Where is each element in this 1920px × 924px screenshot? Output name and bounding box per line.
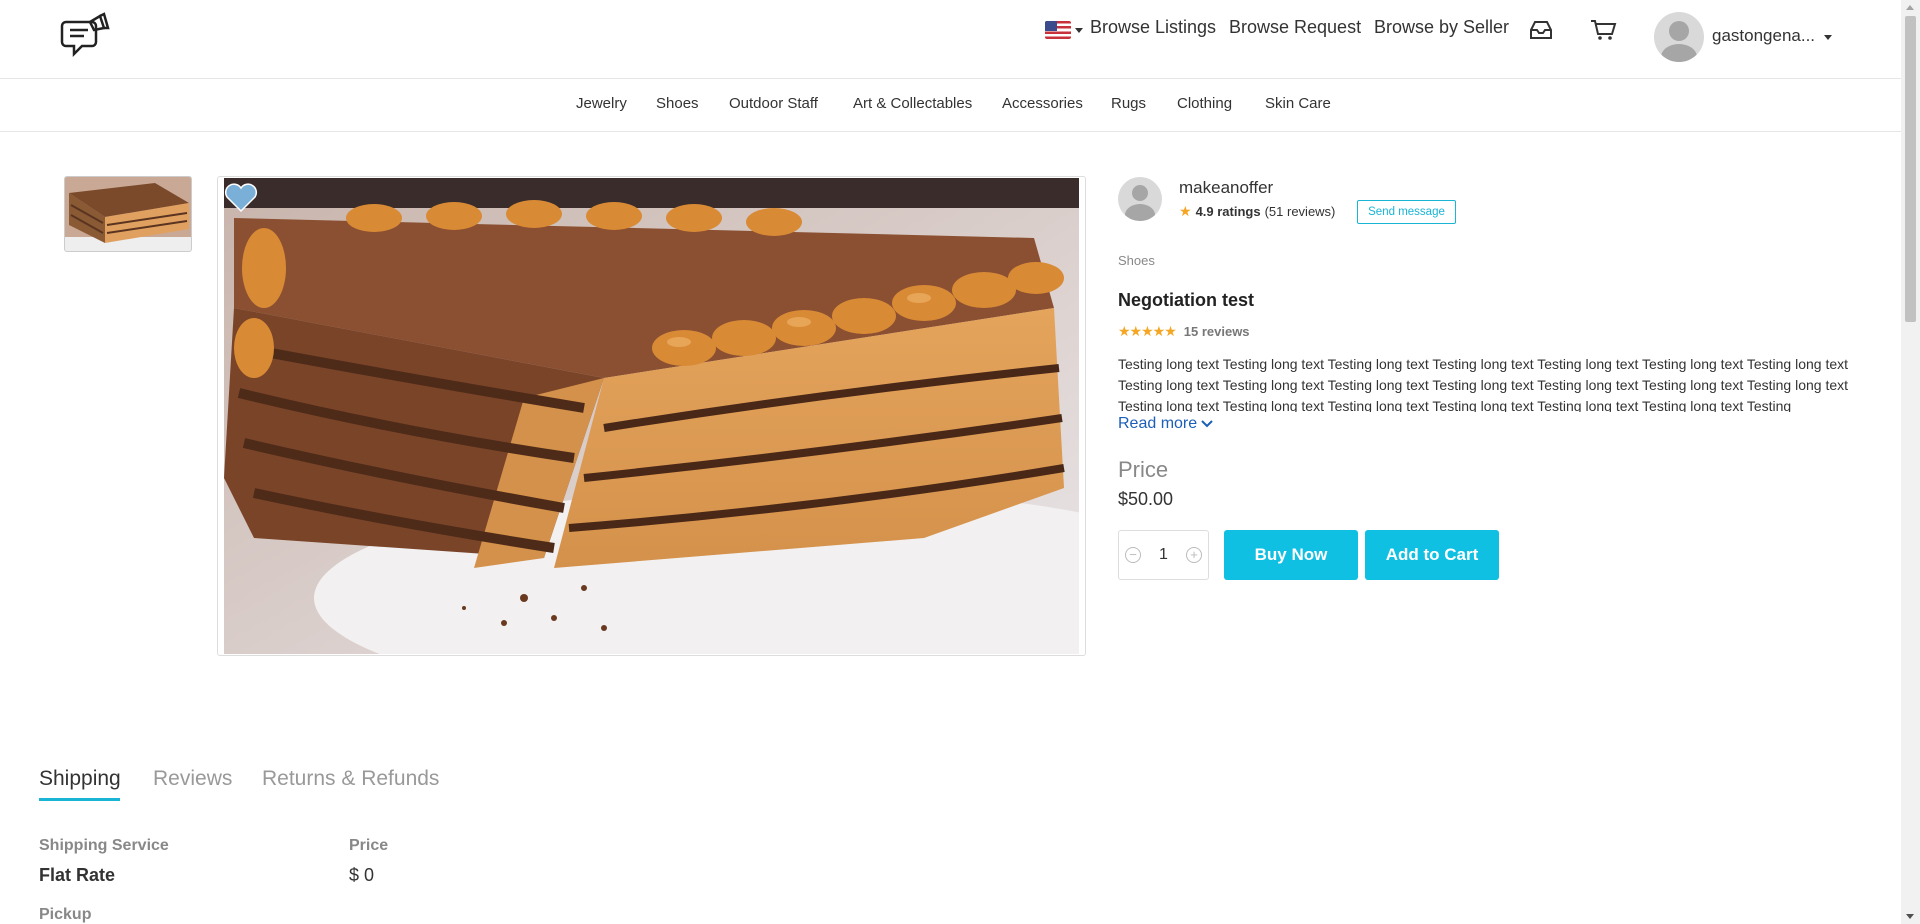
quantity-stepper: − 1 +: [1118, 530, 1209, 580]
send-message-button[interactable]: Send message: [1357, 200, 1456, 224]
plus-icon[interactable]: +: [1186, 547, 1202, 563]
shipping-price-header: Price: [349, 837, 389, 854]
product-main-image[interactable]: [217, 176, 1254, 708]
scroll-down-icon[interactable]: [1906, 914, 1914, 919]
category-skin-care[interactable]: Skin Care: [1265, 95, 1331, 112]
category-clothing[interactable]: Clothing: [1177, 95, 1232, 112]
seller-rating-value: 4.9 ratings: [1195, 204, 1261, 219]
product-category[interactable]: Shoes: [1118, 253, 1155, 268]
cake-image: [224, 178, 1254, 708]
browse-by-seller-link[interactable]: Browse by Seller: [1374, 17, 1509, 38]
user-avatar[interactable]: [1654, 12, 1704, 62]
seller-name[interactable]: makeanoffer: [1179, 178, 1273, 198]
active-tab-indicator: [39, 798, 120, 801]
pickup-label: Pickup: [39, 906, 92, 923]
us-flag-icon: [1045, 21, 1071, 39]
category-nav: Jewelry Shoes Outdoor Staff Art & Collec…: [0, 79, 1901, 132]
seller-avatar[interactable]: [1118, 177, 1162, 221]
category-shoes[interactable]: Shoes: [656, 95, 699, 112]
add-to-cart-button[interactable]: Add to Cart: [1365, 530, 1499, 580]
read-more-link[interactable]: Read more: [1118, 415, 1213, 433]
product-rating: ★★★★★ 15 reviews: [1118, 323, 1250, 340]
top-header: Browse Listings Browse Request Browse by…: [0, 0, 1901, 79]
seller-rating: ★ 4.9 ratings (51 reviews): [1179, 203, 1335, 220]
category-rugs[interactable]: Rugs: [1111, 95, 1146, 112]
buy-now-button[interactable]: Buy Now: [1224, 530, 1358, 580]
chevron-down-icon: [1075, 27, 1083, 33]
category-outdoor-staff[interactable]: Outdoor Staff: [729, 95, 818, 112]
minus-icon[interactable]: −: [1125, 547, 1141, 563]
scroll-up-icon[interactable]: [1906, 5, 1914, 10]
cart-icon[interactable]: [1589, 18, 1617, 42]
browse-request-link[interactable]: Browse Request: [1229, 17, 1361, 38]
product-description: Testing long text Testing long text Test…: [1118, 356, 1849, 412]
category-art-collectables[interactable]: Art & Collectables: [853, 95, 972, 112]
inbox-icon[interactable]: [1527, 18, 1555, 42]
tab-returns-refunds[interactable]: Returns & Refunds: [262, 767, 439, 791]
seller-reviews-count: (51 reviews): [1264, 204, 1336, 219]
scrollbar-thumb[interactable]: [1905, 16, 1916, 322]
page-scrollbar[interactable]: [1901, 0, 1920, 924]
chevron-down-icon: [1201, 420, 1213, 428]
username[interactable]: gastongena...: [1712, 26, 1815, 46]
price-label: Price: [1118, 457, 1169, 482]
shipping-service-value: Flat Rate: [39, 865, 116, 885]
category-accessories[interactable]: Accessories: [1002, 95, 1083, 112]
price-value: $50.00: [1118, 489, 1174, 509]
browse-listings-link[interactable]: Browse Listings: [1090, 17, 1216, 38]
product-reviews-count[interactable]: 15 reviews: [1184, 324, 1250, 339]
logo-icon[interactable]: [60, 12, 112, 66]
read-more-label: Read more: [1118, 415, 1198, 432]
product-thumbnail[interactable]: [64, 176, 192, 252]
rating-stars-icon: ★★★★★: [1118, 323, 1177, 339]
shipping-service-header: Shipping Service: [39, 837, 169, 854]
favorite-heart-icon[interactable]: [224, 183, 258, 213]
category-jewelry[interactable]: Jewelry: [576, 95, 627, 112]
shipping-price-value: $ 0: [349, 865, 375, 885]
product-title: Negotiation test: [1118, 290, 1255, 310]
tab-reviews[interactable]: Reviews: [153, 767, 232, 791]
chevron-down-icon[interactable]: [1824, 35, 1832, 40]
cake-thumbnail-image: [65, 177, 191, 251]
star-icon: ★: [1179, 203, 1192, 219]
quantity-value[interactable]: 1: [1159, 546, 1168, 564]
language-selector[interactable]: [1045, 20, 1085, 40]
tab-shipping[interactable]: Shipping: [39, 767, 121, 791]
